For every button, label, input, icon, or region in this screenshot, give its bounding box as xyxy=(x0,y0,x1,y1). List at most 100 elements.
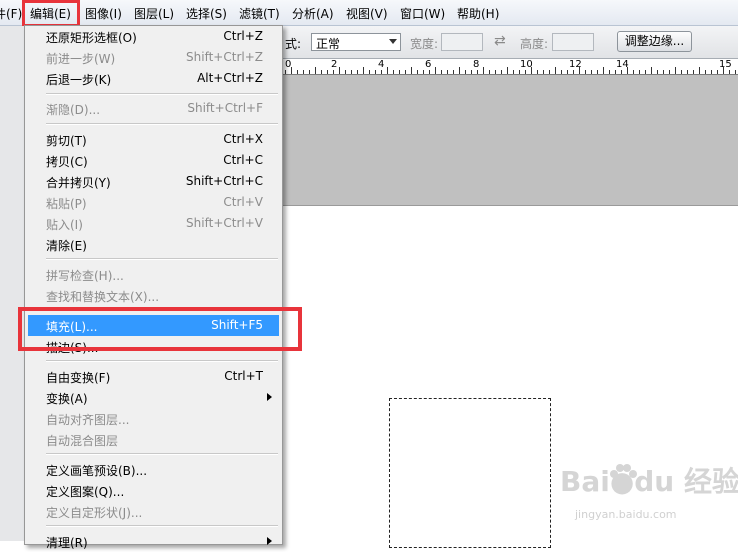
width-input[interactable] xyxy=(441,33,483,51)
menu-item-shortcut: Shift+Ctrl+V xyxy=(186,216,263,230)
ruler-tick xyxy=(699,67,700,74)
menu-item-auto-align-layers[interactable]: 自动对齐图层... xyxy=(25,408,282,429)
ruler-tick xyxy=(633,70,634,74)
ruler-tick xyxy=(669,70,670,74)
height-input[interactable] xyxy=(552,33,594,51)
menu-item-define-custom-shape[interactable]: 定义自定形状(J)... xyxy=(25,501,282,522)
menu-item-auto-blend-layers[interactable]: 自动混合图层 xyxy=(25,429,282,450)
ruler-label: 2 xyxy=(331,59,338,70)
ruler-tick xyxy=(357,70,358,74)
ruler-tick xyxy=(717,70,718,74)
ruler-tick xyxy=(525,70,526,74)
ruler-tick xyxy=(297,70,298,74)
ruler-tick xyxy=(381,70,382,74)
ruler-tick xyxy=(471,70,472,74)
menu-image[interactable]: 图像(I) xyxy=(85,5,122,22)
menu-item-clear[interactable]: 清除(E) xyxy=(25,234,282,255)
watermark-brand: Bai●du 经验 xyxy=(560,465,738,498)
ruler-tick xyxy=(339,67,340,74)
ruler-tick xyxy=(387,67,388,74)
menu-analysis[interactable]: 分析(A) xyxy=(292,5,334,22)
menu-layer[interactable]: 图层(L) xyxy=(134,5,174,22)
ruler-tick xyxy=(477,70,478,74)
menu-select[interactable]: 选择(S) xyxy=(186,5,227,22)
menubar: 件(F) 编辑(E) 图像(I) 图层(L) 选择(S) 滤镜(T) 分析(A)… xyxy=(0,0,738,26)
marquee-selection[interactable] xyxy=(389,398,551,548)
style-label: 式: xyxy=(285,37,302,51)
menu-item-shortcut: Ctrl+C xyxy=(223,153,263,167)
ruler-tick xyxy=(429,70,430,74)
ruler-tick xyxy=(405,70,406,74)
menu-item-label: 粘贴(P) xyxy=(46,197,87,211)
menu-item-transform[interactable]: 变换(A) xyxy=(25,387,282,408)
menu-item-label: 后退一步(K) xyxy=(46,73,112,87)
menu-item-check-spelling[interactable]: 拼写检查(H)... xyxy=(25,264,282,285)
menu-item-shortcut: Shift+Ctrl+C xyxy=(185,174,263,188)
style-select-value: 正常 xyxy=(316,37,341,51)
edit-menu-dropdown: 还原矩形选框(O) Ctrl+Z 前进一步(W) Shift+Ctrl+Z 后退… xyxy=(24,25,283,550)
ruler-tick xyxy=(579,67,580,74)
ruler-tick xyxy=(603,67,604,74)
menu-item-label: 渐隐(D)... xyxy=(46,103,101,117)
menu-item-copy[interactable]: 拷贝(C) Ctrl+C xyxy=(25,150,282,171)
menu-item-step-forward[interactable]: 前进一步(W) Shift+Ctrl+Z xyxy=(25,47,282,68)
menu-window[interactable]: 窗口(W) xyxy=(400,5,445,22)
ruler-tick xyxy=(291,67,292,74)
menu-item-label: 自由变换(F) xyxy=(46,371,111,385)
menu-item-label: 定义画笔预设(B)... xyxy=(46,464,148,478)
ruler-tick xyxy=(411,67,412,74)
ruler-tick xyxy=(597,70,598,74)
menu-item-label: 还原矩形选框(O) xyxy=(46,31,137,45)
ruler-label: 15 xyxy=(719,59,732,70)
refine-edge-button[interactable]: 调整边缘... xyxy=(617,31,692,52)
ruler-tick xyxy=(561,70,562,74)
menu-item-free-transform[interactable]: 自由变换(F) Ctrl+T xyxy=(25,366,282,387)
menu-item-cut[interactable]: 剪切(T) Ctrl+X xyxy=(25,129,282,150)
menu-item-paste-into[interactable]: 贴入(I) Shift+Ctrl+V xyxy=(25,213,282,234)
swap-icon[interactable]: ⇄ xyxy=(494,33,506,49)
ruler-tick xyxy=(585,70,586,74)
menu-item-label: 定义自定形状(J)... xyxy=(46,506,143,520)
menu-item-find-replace-text[interactable]: 查找和替换文本(X)... xyxy=(25,285,282,306)
menu-item-shortcut: Ctrl+V xyxy=(223,195,263,209)
ruler-tick xyxy=(519,70,520,74)
ruler-tick xyxy=(399,70,400,74)
menu-item-define-brush-preset[interactable]: 定义画笔预设(B)... xyxy=(25,459,282,480)
menu-view[interactable]: 视图(V) xyxy=(346,5,388,22)
ruler-tick xyxy=(465,70,466,74)
menu-item-label: 查找和替换文本(X)... xyxy=(46,290,160,304)
menu-item-define-pattern[interactable]: 定义图案(Q)... xyxy=(25,480,282,501)
ruler-tick xyxy=(645,70,646,74)
chevron-down-icon xyxy=(389,39,397,44)
ruler-label: 4 xyxy=(378,59,385,70)
ruler-tick xyxy=(651,67,652,74)
ruler-tick xyxy=(327,70,328,74)
submenu-arrow-icon xyxy=(267,393,272,401)
menu-item-fade[interactable]: 渐隐(D)... Shift+Ctrl+F xyxy=(25,98,282,119)
ruler-tick xyxy=(537,70,538,74)
ruler-tick xyxy=(507,67,508,74)
ruler-tick xyxy=(705,70,706,74)
menu-item-step-backward[interactable]: 后退一步(K) Alt+Ctrl+Z xyxy=(25,68,282,89)
menu-item-undo-rect-marquee[interactable]: 还原矩形选框(O) Ctrl+Z xyxy=(25,26,282,47)
ruler-tick xyxy=(489,70,490,74)
menu-item-paste[interactable]: 粘贴(P) Ctrl+V xyxy=(25,192,282,213)
menu-filter[interactable]: 滤镜(T) xyxy=(239,5,280,22)
ruler-tick xyxy=(681,70,682,74)
ruler-tick xyxy=(609,70,610,74)
ruler-tick xyxy=(441,70,442,74)
ruler-tick xyxy=(663,70,664,74)
menu-separator xyxy=(46,258,278,260)
menu-item-label: 清理(R) xyxy=(46,536,88,550)
menu-item-purge[interactable]: 清理(R) xyxy=(25,531,282,552)
ruler-tick xyxy=(513,70,514,74)
menu-item-shortcut: Ctrl+Z xyxy=(223,29,263,43)
watermark-url: jingyan.baidu.com xyxy=(575,508,677,521)
ruler-tick xyxy=(459,67,460,74)
menu-file[interactable]: 件(F) xyxy=(0,5,22,22)
ruler-tick xyxy=(615,70,616,74)
menu-help[interactable]: 帮助(H) xyxy=(457,5,499,22)
menu-item-shortcut: Ctrl+X xyxy=(223,132,263,146)
style-select[interactable]: 正常 xyxy=(311,33,401,51)
menu-item-copy-merged[interactable]: 合并拷贝(Y) Shift+Ctrl+C xyxy=(25,171,282,192)
